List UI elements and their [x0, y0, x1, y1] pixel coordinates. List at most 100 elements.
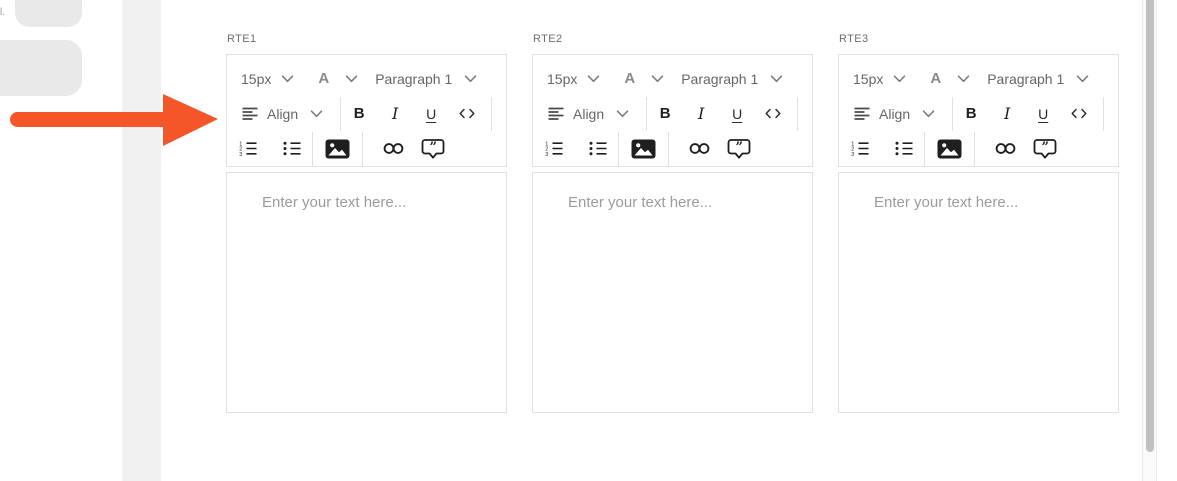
italic-button[interactable]: I	[989, 104, 1025, 123]
blockquote-icon[interactable]: ”	[1033, 138, 1057, 159]
align-left-icon[interactable]	[242, 107, 258, 121]
underline-button[interactable]: U	[719, 106, 755, 122]
align-dropdown[interactable]: Align	[879, 106, 910, 122]
toolbar-divider	[491, 96, 493, 131]
toolbar-row-3: 123 ”	[839, 131, 1118, 166]
rte-1: RTE1 15px A Paragraph 1 Align B I U 1 2 …	[226, 33, 507, 413]
toolbar-divider	[668, 131, 669, 166]
placeholder-text: Enter your text here...	[568, 194, 713, 211]
rte-2-label: RTE2	[533, 33, 563, 45]
toolbar-row-1: 15px A Paragraph 1	[839, 61, 1118, 96]
chevron-down-icon[interactable]	[345, 74, 358, 83]
rte-3: RTE3 15px A Paragraph 1 Align B I U 1 2 …	[838, 33, 1119, 413]
annotation-arrow-right-icon	[8, 93, 220, 149]
toolbar-row-1: 15px A Paragraph 1	[533, 61, 812, 96]
unordered-list-icon[interactable]	[895, 141, 913, 156]
toolbar-divider	[974, 131, 975, 166]
font-size-dropdown[interactable]: 15px	[853, 71, 883, 87]
rte-3-toolbar: 15px A Paragraph 1 Align B I U 1 2 3 ”	[838, 54, 1119, 167]
insert-image-icon[interactable]	[325, 139, 350, 159]
blockquote-icon[interactable]: ”	[727, 138, 751, 159]
create-link-icon[interactable]	[995, 142, 1016, 155]
insert-image-icon[interactable]	[631, 139, 656, 159]
clipped-panel-card-top	[15, 0, 82, 27]
toolbar-row-3: 123 ”	[533, 131, 812, 166]
rte-2-toolbar: 15px A Paragraph 1 Align B I U 1 2 3 ”	[532, 54, 813, 167]
underline-button[interactable]: U	[1025, 106, 1061, 122]
svg-text:3: 3	[851, 152, 854, 156]
toolbar-divider	[1103, 96, 1105, 131]
paragraph-format-dropdown[interactable]: Paragraph 1	[987, 71, 1064, 87]
svg-text:3: 3	[239, 152, 242, 156]
font-size-dropdown[interactable]: 15px	[547, 71, 577, 87]
paragraph-format-dropdown[interactable]: Paragraph 1	[375, 71, 452, 87]
rte-2-content-area[interactable]: Enter your text here...	[532, 172, 813, 413]
create-link-icon[interactable]	[383, 142, 404, 155]
code-view-button[interactable]	[1061, 108, 1097, 119]
align-dropdown[interactable]: Align	[573, 106, 604, 122]
italic-button[interactable]: I	[377, 104, 413, 123]
chevron-down-icon[interactable]	[922, 109, 935, 118]
page: l. RTE1 15px A Paragraph 1 Align B I U 1…	[0, 0, 1177, 481]
font-size-dropdown[interactable]: 15px	[241, 71, 271, 87]
insert-image-icon[interactable]	[937, 139, 962, 159]
chevron-down-icon[interactable]	[616, 109, 629, 118]
italic-button[interactable]: I	[683, 104, 719, 123]
clipped-panel-card-bottom	[0, 40, 82, 96]
unordered-list-icon[interactable]	[589, 141, 607, 156]
rte-3-content-area[interactable]: Enter your text here...	[838, 172, 1119, 413]
chevron-down-icon[interactable]	[893, 74, 906, 83]
toolbar-divider	[362, 131, 363, 166]
chevron-down-icon[interactable]	[651, 74, 664, 83]
insert-image-cell	[925, 139, 974, 159]
ordered-list-icon[interactable]: 123	[545, 141, 563, 156]
font-color-button[interactable]: A	[318, 70, 329, 87]
underline-button[interactable]: U	[413, 106, 449, 122]
rte-1-label: RTE1	[227, 33, 257, 45]
chevron-down-icon[interactable]	[587, 74, 600, 83]
svg-text:3: 3	[545, 152, 548, 156]
placeholder-text: Enter your text here...	[262, 194, 407, 211]
toolbar-row-2: Align B I U	[533, 96, 812, 131]
vertical-gutter-strip	[122, 0, 161, 481]
ordered-list-icon[interactable]: 123	[239, 141, 257, 156]
unordered-list-icon[interactable]	[283, 141, 301, 156]
chevron-down-icon[interactable]	[310, 109, 323, 118]
align-left-icon[interactable]	[854, 107, 870, 121]
toolbar-row-1: 15px A Paragraph 1	[227, 61, 506, 96]
insert-image-cell	[619, 139, 668, 159]
font-color-button[interactable]: A	[930, 70, 941, 87]
chevron-down-icon[interactable]	[770, 74, 783, 83]
rte-1-content-area[interactable]: Enter your text here...	[226, 172, 507, 413]
chevron-down-icon[interactable]	[281, 74, 294, 83]
chevron-down-icon[interactable]	[957, 74, 970, 83]
bold-button[interactable]: B	[341, 105, 377, 122]
rte-editors-row: RTE1 15px A Paragraph 1 Align B I U 1 2 …	[226, 33, 1119, 413]
vertical-scrollbar-track[interactable]	[1142, 0, 1157, 481]
svg-text:”: ”	[1041, 139, 1048, 154]
toolbar-row-2: Align B I U	[227, 96, 506, 131]
bold-button[interactable]: B	[647, 105, 683, 122]
vertical-scrollbar-thumb[interactable]	[1146, 0, 1154, 452]
create-link-icon[interactable]	[689, 142, 710, 155]
rte-2: RTE2 15px A Paragraph 1 Align B I U 1 2 …	[532, 33, 813, 413]
svg-text:”: ”	[429, 139, 436, 154]
align-left-icon[interactable]	[548, 107, 564, 121]
ordered-list-icon[interactable]: 123	[851, 141, 869, 156]
paragraph-format-dropdown[interactable]: Paragraph 1	[681, 71, 758, 87]
code-view-button[interactable]	[755, 108, 791, 119]
bold-button[interactable]: B	[953, 105, 989, 122]
rte-1-toolbar: 15px A Paragraph 1 Align B I U 1 2 3 ”	[226, 54, 507, 167]
blockquote-icon[interactable]: ”	[421, 138, 445, 159]
chevron-down-icon[interactable]	[464, 74, 477, 83]
placeholder-text: Enter your text here...	[874, 194, 1019, 211]
svg-text:”: ”	[735, 139, 742, 154]
toolbar-row-2: Align B I U	[839, 96, 1118, 131]
code-view-button[interactable]	[449, 108, 485, 119]
toolbar-row-3: 123 ”	[227, 131, 506, 166]
align-dropdown[interactable]: Align	[267, 106, 298, 122]
font-color-button[interactable]: A	[624, 70, 635, 87]
toolbar-divider	[797, 96, 799, 131]
chevron-down-icon[interactable]	[1076, 74, 1089, 83]
rte-3-label: RTE3	[839, 33, 869, 45]
